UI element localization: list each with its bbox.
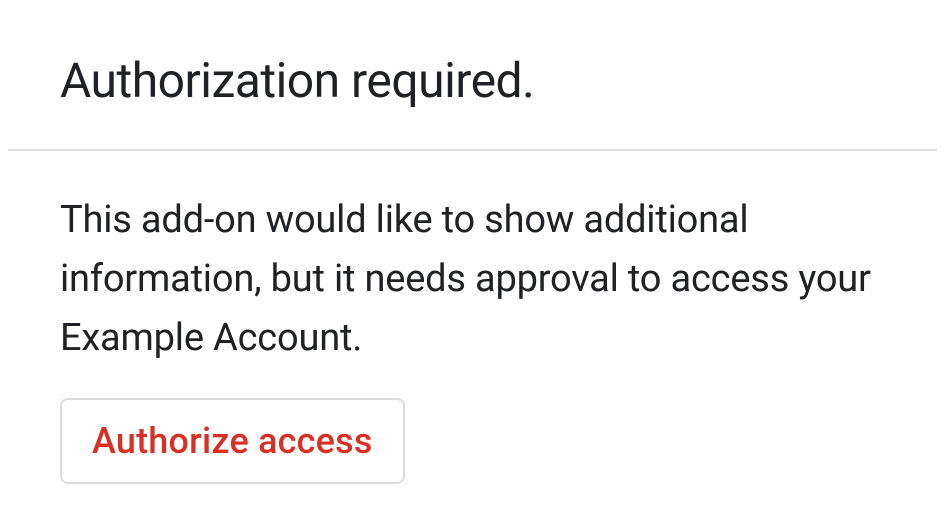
authorization-description: This add-on would like to show additiona… (60, 191, 885, 368)
page-title: Authorization required. (60, 52, 885, 109)
authorize-access-button[interactable]: Authorize access (60, 398, 405, 484)
header: Authorization required. (0, 0, 945, 149)
content-area: This add-on would like to show additiona… (0, 151, 945, 484)
